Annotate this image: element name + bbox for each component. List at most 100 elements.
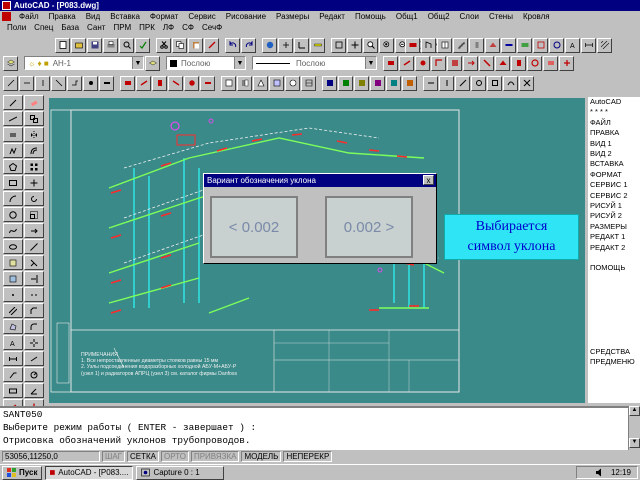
spline-icon[interactable] [3, 223, 23, 238]
screen-menu-item[interactable]: РИСУЙ 2 [590, 211, 640, 221]
command-line[interactable]: SANT050 Выберите режим работы ( ENTER - … [0, 406, 640, 450]
mirror-icon[interactable] [24, 127, 44, 142]
screen-menu-item[interactable]: СЕРВИС 2 [590, 191, 640, 201]
tile-toggle[interactable]: НЕПЕРЕКР [283, 451, 333, 462]
sant-tool-8-icon[interactable] [495, 55, 510, 71]
leader-icon[interactable] [3, 367, 23, 382]
sant-tool-2-icon[interactable] [399, 55, 414, 71]
menu-format[interactable]: Формат [145, 12, 183, 21]
extra-d-icon[interactable] [471, 75, 486, 91]
menu-edit[interactable]: Правка [44, 12, 81, 21]
fillet-icon[interactable] [24, 319, 44, 334]
task-capture[interactable]: Capture 0 : 1 [136, 465, 225, 480]
ellipse-icon[interactable] [3, 239, 23, 254]
view-a-icon[interactable] [221, 75, 236, 91]
sant-tool-5-icon[interactable] [447, 55, 462, 71]
screen-menu-item[interactable] [590, 315, 640, 325]
snap-toggle[interactable]: ШАГ [102, 451, 125, 462]
color-dropdown[interactable]: Послою ▼ [166, 56, 246, 70]
screen-menu-item[interactable]: * * * * [590, 107, 640, 117]
lengthen-icon[interactable] [24, 239, 44, 254]
door-tool-icon[interactable] [421, 37, 436, 53]
column-tool-icon[interactable] [469, 37, 484, 53]
fixture-f-icon[interactable] [200, 75, 215, 91]
pipe-f-icon[interactable] [83, 75, 98, 91]
break-icon[interactable] [24, 287, 44, 302]
autocad-app-icon[interactable] [2, 1, 11, 10]
save-icon[interactable] [87, 37, 102, 53]
pipe-g-icon[interactable] [99, 75, 114, 91]
view-c-icon[interactable] [253, 75, 268, 91]
make-block-icon[interactable] [3, 271, 23, 286]
point-icon[interactable] [3, 287, 23, 302]
array-icon[interactable] [24, 159, 44, 174]
ucs-icon[interactable] [294, 37, 309, 53]
fixture-a-icon[interactable] [120, 75, 135, 91]
block-e-icon[interactable] [386, 75, 401, 91]
dim-tool-icon[interactable] [581, 37, 596, 53]
block-c-icon[interactable] [354, 75, 369, 91]
fixture-d-icon[interactable] [168, 75, 183, 91]
stair-tool-icon[interactable] [453, 37, 468, 53]
close-icon[interactable]: x [423, 175, 434, 185]
pipe-a-icon[interactable] [3, 75, 18, 91]
scroll-track[interactable] [629, 416, 640, 438]
menu-common2[interactable]: Общ2 [423, 12, 455, 21]
screen-menu-item[interactable]: ПРЕДМЕНЮ [590, 357, 640, 367]
extra-f-icon[interactable] [503, 75, 518, 91]
scale-icon[interactable] [24, 207, 44, 222]
stretch-icon[interactable] [24, 223, 44, 238]
pipe-b-icon[interactable] [19, 75, 34, 91]
match-properties-icon[interactable] [204, 37, 219, 53]
sant-tool-3-icon[interactable] [415, 55, 430, 71]
screen-menu-item[interactable]: СЕРВИС 1 [590, 180, 640, 190]
tracking-icon[interactable] [278, 37, 293, 53]
trim-icon[interactable] [24, 255, 44, 270]
beam-tool-icon[interactable] [501, 37, 516, 53]
polygon-icon[interactable] [3, 159, 23, 174]
zoom-realtime-icon[interactable] [363, 37, 378, 53]
wall-tool-icon[interactable] [405, 37, 420, 53]
ortho-toggle[interactable]: ОРТО [161, 451, 189, 462]
screen-menu-item[interactable]: ФАЙЛ [590, 118, 640, 128]
chevron-down-icon[interactable]: ▼ [132, 57, 143, 69]
extra-g-icon[interactable] [519, 75, 534, 91]
pipe-d-icon[interactable] [51, 75, 66, 91]
grid-toggle[interactable]: СЕТКА [127, 451, 159, 462]
line-icon[interactable] [3, 95, 23, 110]
view-d-icon[interactable] [269, 75, 284, 91]
menu-base[interactable]: База [57, 23, 83, 32]
screen-menu-item[interactable]: РЕДАКТ 1 [590, 232, 640, 242]
sant-tool-11-icon[interactable] [543, 55, 558, 71]
menu-layers[interactable]: Слои [455, 12, 484, 21]
chamfer-icon[interactable] [24, 303, 44, 318]
pan-icon[interactable] [347, 37, 362, 53]
menu-poly[interactable]: Поли [3, 23, 30, 32]
redo-icon[interactable] [241, 37, 256, 53]
sant-tool-7-icon[interactable] [479, 55, 494, 71]
arc-icon[interactable] [3, 191, 23, 206]
scroll-up-icon[interactable]: ▲ [629, 406, 640, 416]
screen-menu-item[interactable]: ВИД 2 [590, 149, 640, 159]
sant-tool-9-icon[interactable] [511, 55, 526, 71]
circle-icon[interactable] [3, 207, 23, 222]
hatch-icon[interactable] [3, 303, 23, 318]
copy-icon[interactable] [172, 37, 187, 53]
menu-walls[interactable]: Стены [484, 12, 518, 21]
dim-aligned-icon[interactable] [24, 351, 44, 366]
extra-e-icon[interactable] [487, 75, 502, 91]
dim-radius-icon[interactable] [24, 367, 44, 382]
screen-menu-item[interactable]: AutoCAD [590, 97, 640, 107]
fixture-b-icon[interactable] [136, 75, 151, 91]
move-icon[interactable] [24, 175, 44, 190]
xline-icon[interactable] [3, 111, 23, 126]
block-a-icon[interactable] [322, 75, 337, 91]
screen-menu-item[interactable]: ФОРМАТ [590, 170, 640, 180]
sant-tool-12-icon[interactable] [559, 55, 574, 71]
symbol-tool-icon[interactable] [549, 37, 564, 53]
menu-dimension[interactable]: Размеры [271, 12, 314, 21]
spell-icon[interactable] [135, 37, 150, 53]
zoom-window-icon[interactable] [379, 37, 394, 53]
screen-menu-item[interactable] [590, 336, 640, 346]
command-line-scrollbar[interactable]: ▲ ▼ [628, 406, 640, 450]
